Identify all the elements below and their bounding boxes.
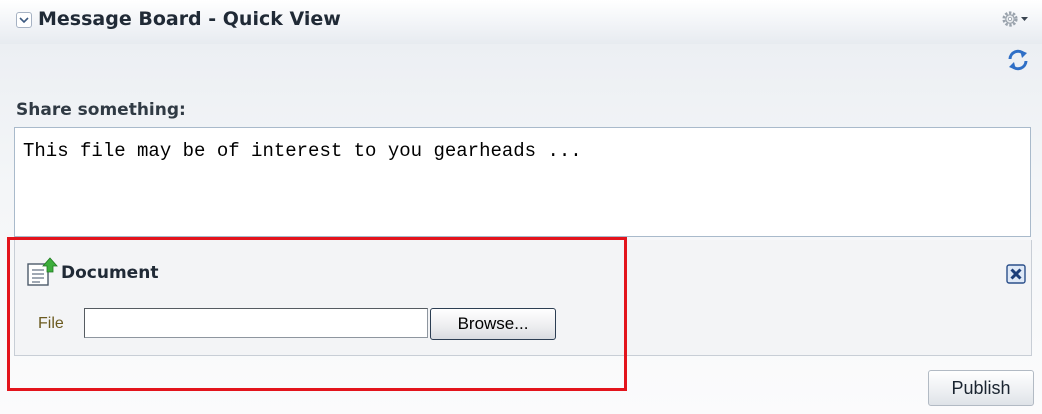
- panel-title: Message Board - Quick View: [38, 8, 341, 30]
- chevron-down-icon: [19, 17, 29, 24]
- share-label: Share something:: [16, 100, 186, 120]
- gear-icon: [1002, 11, 1028, 27]
- share-textarea[interactable]: This file may be of interest to you gear…: [14, 127, 1031, 237]
- remove-attachment-button[interactable]: [1006, 264, 1026, 288]
- browse-button[interactable]: Browse...: [430, 308, 556, 340]
- refresh-icon: [1008, 49, 1028, 71]
- document-upload-icon: [26, 257, 58, 291]
- attachment-type-title: Document: [61, 263, 159, 283]
- refresh-button[interactable]: [1006, 48, 1030, 76]
- close-icon: [1006, 264, 1026, 284]
- file-path-input[interactable]: [84, 308, 428, 338]
- collapse-toggle[interactable]: [16, 12, 32, 28]
- file-label: File: [38, 315, 64, 332]
- publish-button[interactable]: Publish: [928, 370, 1034, 406]
- settings-menu-button[interactable]: [1000, 8, 1032, 30]
